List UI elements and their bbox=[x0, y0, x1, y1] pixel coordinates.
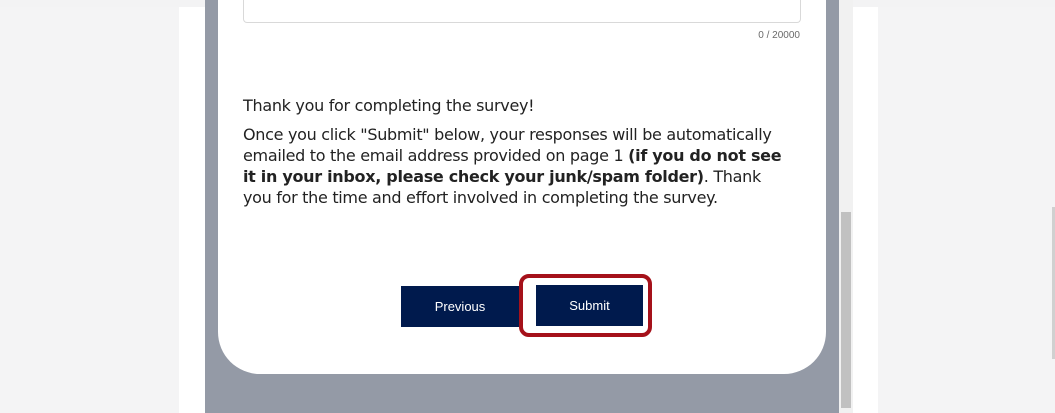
right-panel bbox=[853, 7, 878, 413]
left-background bbox=[0, 7, 179, 413]
scrollbar-thumb[interactable] bbox=[841, 212, 851, 408]
thank-you-heading: Thank you for completing the survey! bbox=[243, 96, 535, 115]
response-textarea[interactable] bbox=[243, 0, 801, 23]
submit-button[interactable]: Submit bbox=[536, 285, 643, 326]
previous-button[interactable]: Previous bbox=[401, 286, 519, 327]
right-background bbox=[878, 7, 1055, 413]
survey-card: 0 / 20000 Thank you for completing the s… bbox=[218, 0, 826, 374]
left-panel bbox=[179, 7, 205, 413]
instructions-paragraph: Once you click "Submit" below, your resp… bbox=[243, 124, 793, 208]
character-counter: 0 / 20000 bbox=[758, 30, 800, 41]
